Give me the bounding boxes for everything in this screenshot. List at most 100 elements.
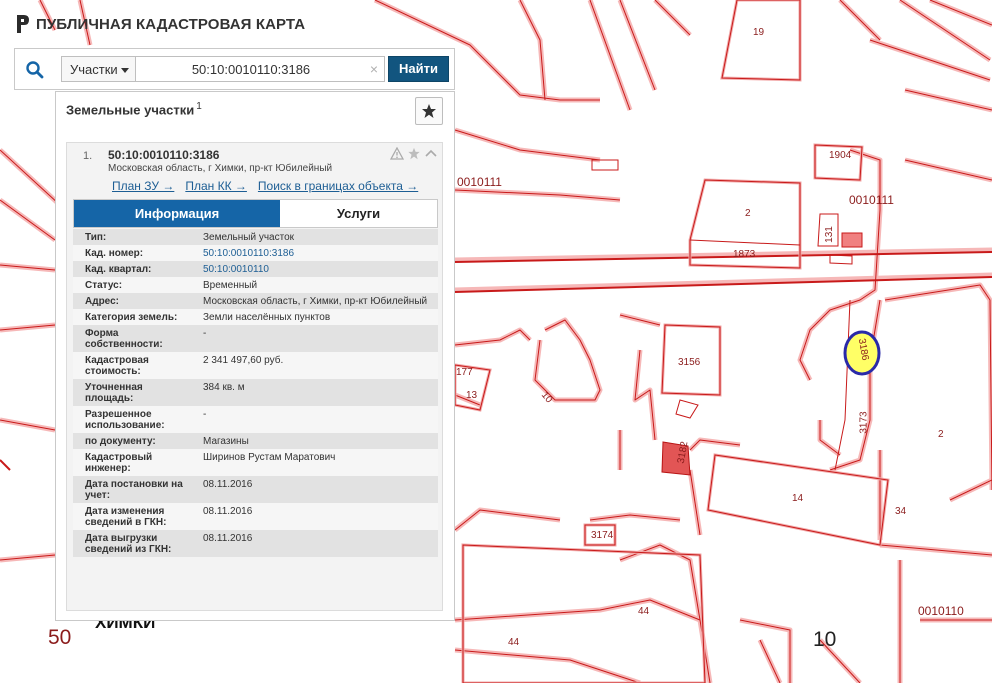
- property-row: Тип: Земельный участок: [73, 229, 438, 245]
- close-icon[interactable]: ×: [370, 61, 378, 77]
- parcels: [453, 0, 890, 683]
- object-type-label: Участки: [70, 62, 118, 77]
- property-key: Уточненная площадь:: [85, 382, 143, 404]
- property-value: 2 341 497,60 руб.: [203, 355, 284, 366]
- property-key: Кад. квартал:: [85, 264, 152, 275]
- map-label: 1904: [829, 150, 852, 161]
- map-label: 19: [753, 27, 765, 38]
- property-key: Дата выгрузки сведений из ГКН:: [85, 533, 172, 555]
- property-row: Кад. номер: 50:10:0010110:3186: [73, 245, 438, 261]
- map-label: 177: [456, 367, 473, 378]
- find-button[interactable]: Найти: [388, 56, 449, 82]
- tab-information[interactable]: Информация: [74, 200, 280, 227]
- property-key: Разрешенное использование:: [85, 409, 165, 431]
- map-label: 2: [745, 208, 751, 219]
- app-title: ПУБЛИЧНАЯ КАДАСТРОВАЯ КАРТА: [36, 15, 306, 33]
- map-label: 13: [466, 390, 478, 401]
- property-row: Уточненная площадь: 384 кв. м: [73, 379, 438, 406]
- star-icon: [422, 104, 436, 118]
- card-tabs: Информация Услуги: [73, 199, 438, 228]
- property-key: Кадастровая стоимость:: [85, 355, 149, 377]
- property-key: Дата изменения сведений в ГКН:: [85, 506, 167, 528]
- property-row: Кад. квартал: 50:10:0010110: [73, 261, 438, 277]
- cadastral-quarter-link[interactable]: 50:10:0010110: [193, 264, 438, 275]
- favorite-button[interactable]: [415, 97, 443, 125]
- property-value: Московская область, г Химки, пр-кт Юбиле…: [203, 296, 428, 307]
- map-label: 0010110: [918, 604, 964, 618]
- pkk-logo-icon: [17, 15, 29, 33]
- map-label: 14: [792, 493, 804, 504]
- search-icon[interactable]: [25, 60, 45, 80]
- property-key: Тип:: [85, 232, 107, 243]
- chevron-up-icon[interactable]: [424, 147, 438, 160]
- cadastral-number-link[interactable]: 50:10:0010110:3186: [193, 248, 438, 259]
- property-row: по документу: Магазины: [73, 433, 438, 449]
- results-panel: Земельные участки 1 1. 50:10:0010110:3186…: [55, 91, 455, 621]
- search-bar: Участки 50:10:0010110:3186 × Найти: [14, 48, 455, 90]
- map-label: 34: [895, 506, 907, 517]
- property-value: -: [203, 409, 207, 420]
- parcel-address: Московская область, г Химки, пр-кт Юбиле…: [108, 163, 333, 174]
- panel-title-text: Земельные участки: [66, 102, 195, 118]
- property-value: 08.11.2016: [203, 479, 253, 490]
- property-value: 08.11.2016: [203, 506, 253, 517]
- property-value: 08.11.2016: [203, 533, 253, 544]
- map-label: 131: [823, 226, 835, 243]
- search-input[interactable]: 50:10:0010110:3186 ×: [135, 56, 385, 82]
- property-key: Кадастровый инженер:: [85, 452, 153, 474]
- parcel-links: План ЗУ → План КК → Поиск в границах объек…: [112, 179, 429, 193]
- tab-services[interactable]: Услуги: [280, 200, 437, 227]
- chevron-down-icon: [121, 68, 129, 73]
- property-row: Дата постановки на учет: 08.11.2016: [73, 476, 438, 503]
- plan-kk-link[interactable]: План КК →: [185, 179, 247, 193]
- result-card: 1. 50:10:0010110:3186 Московская область…: [66, 142, 443, 611]
- property-value: Магазины: [203, 436, 249, 447]
- map-label: 44: [508, 637, 520, 648]
- property-value: Земельный участок: [203, 232, 295, 243]
- property-value: Временный: [203, 280, 258, 291]
- property-table: Тип: Земельный участок Кад. номер: 50:10:0…: [73, 229, 438, 557]
- property-key: Статус:: [85, 280, 123, 291]
- property-key: Форма собственности:: [85, 328, 163, 350]
- parcel-number[interactable]: 50:10:0010110:3186: [108, 148, 219, 162]
- map-label: 0010111: [457, 175, 502, 189]
- property-value: Земли населённых пунктов: [203, 312, 331, 323]
- property-key: Кад. номер:: [85, 248, 144, 259]
- property-value: 384 кв. м: [203, 382, 245, 393]
- property-key: по документу:: [85, 436, 156, 447]
- search-query: 50:10:0010110:3186: [191, 62, 311, 77]
- map-label: 2: [938, 429, 944, 440]
- property-key: Адрес:: [85, 296, 119, 307]
- result-count: 1: [196, 101, 202, 112]
- plan-zu-link[interactable]: План ЗУ →: [112, 179, 174, 193]
- map-label: 10: [813, 628, 837, 651]
- brand: ПУБЛИЧНАЯ КАДАСТРОВАЯ КАРТА: [14, 14, 305, 34]
- warning-icon[interactable]: [390, 147, 404, 160]
- map-label: 0010111: [849, 193, 894, 207]
- property-row: Кадастровая стоимость: 2 341 497,60 руб.: [73, 352, 438, 379]
- map-label: 1873: [733, 249, 756, 260]
- property-row: Форма собственности: -: [73, 325, 438, 352]
- property-row: Дата изменения сведений в ГКН: 08.11.2016: [73, 503, 438, 530]
- card-tools: [390, 147, 438, 160]
- map-label: 50: [48, 626, 72, 649]
- panel-title: Земельные участки 1: [66, 101, 202, 117]
- property-row: Адрес: Московская область, г Химки, пр-кт…: [73, 293, 438, 309]
- property-value: Ширинов Рустам Маратович: [203, 452, 336, 463]
- map-label: 3173: [858, 411, 870, 434]
- property-row: Категория земель: Земли населённых пункто…: [73, 309, 438, 325]
- property-key: Дата постановки на учет:: [85, 479, 183, 501]
- search-in-bounds-link[interactable]: Поиск в границах объекта →: [258, 179, 418, 193]
- map-label: 3174: [591, 530, 614, 541]
- property-key: Категория земель:: [85, 312, 178, 323]
- property-row: Дата выгрузки сведений из ГКН: 08.11.2016: [73, 530, 438, 557]
- property-row: Кадастровый инженер: Ширинов Рустам Марат…: [73, 449, 438, 476]
- result-index: 1.: [83, 150, 93, 162]
- object-type-select[interactable]: Участки: [61, 56, 136, 82]
- map-label: 3156: [678, 357, 701, 368]
- property-row: Разрешенное использование: -: [73, 406, 438, 433]
- property-value: -: [203, 328, 207, 339]
- star-icon[interactable]: [407, 147, 421, 160]
- map-label: 44: [638, 606, 650, 617]
- property-row: Статус: Временный: [73, 277, 438, 293]
